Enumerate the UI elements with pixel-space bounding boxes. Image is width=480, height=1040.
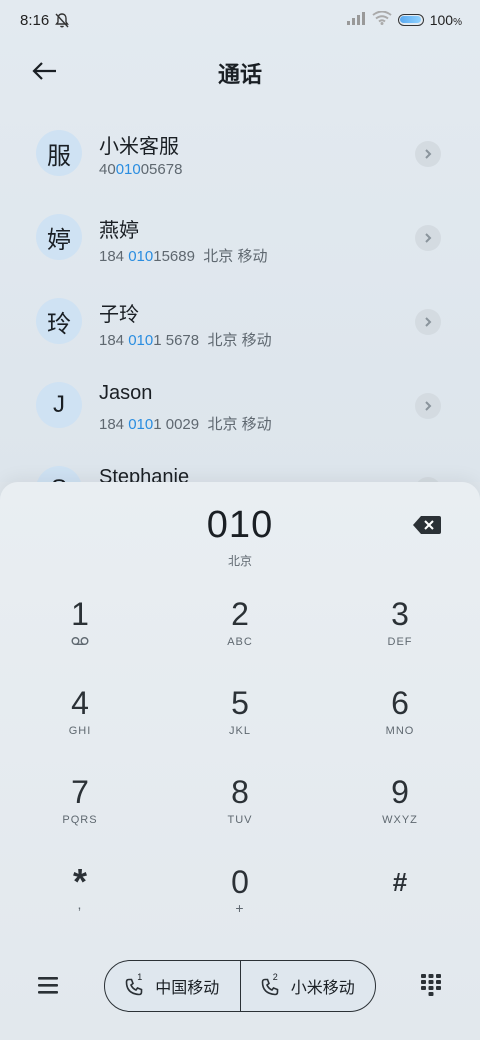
avatar: 服 xyxy=(36,130,82,176)
key-5[interactable]: 5 JKL xyxy=(180,685,300,765)
status-bar: 8:16 100% xyxy=(0,0,480,42)
contact-name: Jason xyxy=(99,382,153,404)
battery-icon xyxy=(397,13,424,26)
contact-row[interactable]: S Stephanie xyxy=(0,454,480,482)
battery-level: 100% xyxy=(429,11,462,28)
dialer-actions: 1 中国移动 2 小米移动 xyxy=(0,958,480,1018)
contact-name: 小米客服 xyxy=(99,136,179,158)
wifi-icon xyxy=(372,10,392,28)
dialer-panel: 010 北京 1 2 ABC 3 DEF 4 GHI 5 JKL 6 MNO 7… xyxy=(0,482,480,1040)
contact-row[interactable]: J Jason 184 0101 0029 北京 移动 xyxy=(0,370,480,454)
status-time: 8:16 xyxy=(20,12,50,29)
phone-icon: 2 xyxy=(261,972,283,996)
contact-number: 184 0101 0029 北京 移动 xyxy=(99,416,272,433)
dialpad-icon xyxy=(421,974,441,996)
contact-number: 184 0101 5678 北京 移动 xyxy=(99,332,272,349)
key-9[interactable]: 9 WXYZ xyxy=(340,774,460,854)
sim2-index: 2 xyxy=(272,972,278,982)
number-location: 北京 xyxy=(227,554,252,568)
sim1-index: 1 xyxy=(137,972,143,982)
backspace-icon xyxy=(413,516,441,534)
chevron-right-icon xyxy=(425,233,432,243)
voicemail-icon xyxy=(71,637,89,646)
contact-detail-button[interactable] xyxy=(415,393,441,419)
backspace-button[interactable] xyxy=(412,514,442,536)
chevron-right-icon xyxy=(425,401,432,411)
contact-name: 燕婷 xyxy=(99,220,139,242)
contact-detail-button[interactable] xyxy=(415,141,441,167)
call-sim1-button[interactable]: 1 中国移动 xyxy=(105,961,240,1011)
page-title: 通话 xyxy=(217,62,262,87)
contact-detail-button[interactable] xyxy=(415,225,441,251)
key-6[interactable]: 6 MNO xyxy=(340,685,460,765)
sim-call-buttons: 1 中国移动 2 小米移动 xyxy=(104,960,376,1012)
contact-detail-button[interactable] xyxy=(415,309,441,335)
key-4[interactable]: 4 GHI xyxy=(20,685,140,765)
contact-name: Stephanie xyxy=(99,466,190,482)
phone-icon: 1 xyxy=(125,972,147,996)
key-hash[interactable]: # xyxy=(340,864,460,944)
signal-icon xyxy=(346,11,366,28)
contact-row[interactable]: 服 小米客服 4001005678 xyxy=(0,118,480,202)
key-8[interactable]: 8 TUV xyxy=(180,774,300,854)
menu-icon xyxy=(38,977,58,994)
sim2-label: 小米移动 xyxy=(290,980,355,997)
sim1-label: 中国移动 xyxy=(155,980,220,997)
contact-row[interactable]: 婷 燕婷 184 01015689 北京 移动 xyxy=(0,202,480,286)
avatar: 婷 xyxy=(36,214,82,260)
avatar: S xyxy=(36,466,82,482)
avatar: 玲 xyxy=(36,298,82,344)
key-0[interactable]: 0 + xyxy=(180,864,300,944)
contact-number: 4001005678 xyxy=(99,161,183,178)
key-star[interactable]: * , xyxy=(20,864,140,944)
app-header: 通话 xyxy=(0,48,480,94)
bell-off-icon xyxy=(54,12,70,34)
status-right: 100% xyxy=(346,10,462,28)
avatar: J xyxy=(36,382,82,428)
key-7[interactable]: 7 PQRS xyxy=(20,774,140,854)
call-sim2-button[interactable]: 2 小米移动 xyxy=(239,961,376,1011)
chevron-right-icon xyxy=(425,149,432,159)
contact-name: 子玲 xyxy=(99,304,139,326)
dialpad-toggle-button[interactable] xyxy=(418,972,444,998)
contact-row[interactable]: 玲 子玲 184 0101 5678 北京 移动 xyxy=(0,286,480,370)
menu-button[interactable] xyxy=(36,974,60,996)
chevron-right-icon xyxy=(425,317,432,327)
contact-number: 184 01015689 北京 移动 xyxy=(99,248,268,265)
key-1[interactable]: 1 xyxy=(20,596,140,676)
call-screen: 8:16 100% 通话 服 小米客服 4001005678 婷 燕婷 184 … xyxy=(0,0,480,482)
key-2[interactable]: 2 ABC xyxy=(180,596,300,676)
key-3[interactable]: 3 DEF xyxy=(340,596,460,676)
dialed-number[interactable]: 010 xyxy=(0,504,480,547)
